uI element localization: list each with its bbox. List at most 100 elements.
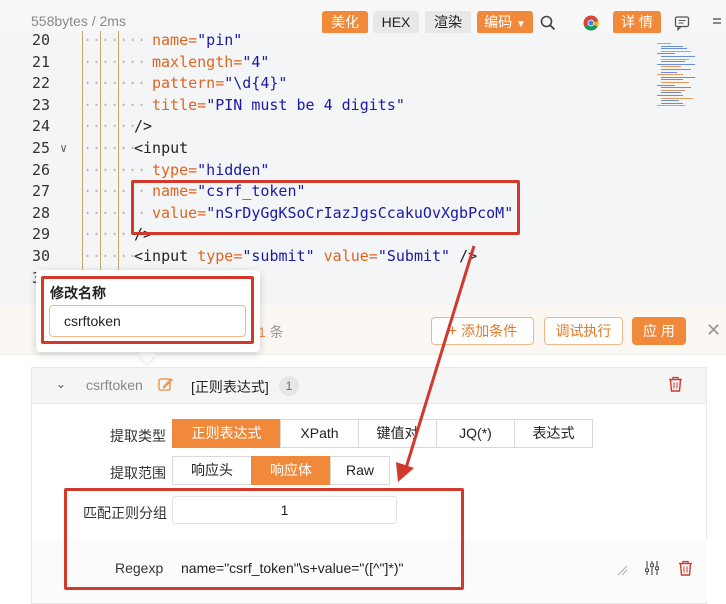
code-text: title="PIN must be 4 digits" [152,95,405,114]
response-size-label: 558bytes / 2ms [31,13,126,29]
line-number: 21 [31,52,50,71]
line-number: 25 [31,139,50,157]
whitespace-dots: ······· [83,95,147,114]
minimap-line [657,74,683,76]
minimap-line [661,58,689,60]
minimap-line [661,97,693,99]
code-text: name="csrf_token" [152,182,306,201]
minimap-line [661,69,691,70]
resize-handle-icon[interactable] [616,563,628,579]
trash-icon[interactable] [668,376,683,395]
minimap-line [657,95,683,96]
extract-type-option[interactable]: XPath [280,419,359,448]
code-editor[interactable]: 20 ······· name="pin" 21 ······· maxlength="4… [0,31,726,305]
edit-icon[interactable] [158,377,173,395]
minimap-line [661,61,685,63]
regexp-value[interactable]: name="csrf_token"\s+value="([^"]*)" [181,560,403,576]
line-number: 29 [31,225,50,244]
minimap-line [661,48,687,50]
whitespace-dots: ······ [83,225,138,244]
minimap-line [657,43,671,44]
add-condition-button[interactable]: + 添加条件 [431,317,534,345]
line-number: 23 [31,95,50,114]
rule-type-label: [正则表达式] [191,379,269,395]
code-line: 23 ······· title="PIN must be 4 digits" [0,95,640,118]
whitespace-dots: ······ [83,247,138,265]
whitespace-dots: ······ [83,139,138,157]
plus-icon: + [447,323,458,340]
extract-type-option[interactable]: 键值对 [358,419,437,448]
whitespace-dots: ······· [83,74,147,93]
comment-icon[interactable] [671,11,693,34]
debug-run-button[interactable]: 调试执行 [544,317,623,345]
minimap-line [661,102,683,104]
match-group-label: 匹配正则分组 [83,505,167,521]
code-line: 20 ······· name="pin" [0,31,640,53]
close-icon[interactable]: ✕ [706,320,721,341]
code-line: 27 ······· name="csrf_token" [0,182,640,204]
minimap-line [657,84,675,86]
code-line: 25 ∨ ······ <input [0,139,640,161]
code-text: maxlength="4" [152,52,270,71]
minimap-line [661,87,691,89]
whitespace-dots: ······ [83,117,138,136]
minimap-line [661,79,683,81]
line-number: 30 [31,247,50,265]
code-line: 21 ······· maxlength="4" [0,52,640,75]
code-text: /> [134,225,153,244]
fold-chevron-icon[interactable]: ∨ [60,141,67,155]
encoding-label: 编码 [484,14,513,30]
line-number: 22 [31,74,50,93]
add-condition-label: 添加条件 [461,323,518,339]
code-text: <input type="submit" value="Submit" /> [134,247,478,265]
extract-scope-option[interactable]: 响应体 [251,456,331,485]
match-group-input[interactable]: 1 [172,496,397,524]
minimap-line [661,100,679,102]
chevron-down-icon[interactable]: ⌄ [56,377,66,391]
minimap-line [657,63,695,65]
chevron-down-icon: ▼ [515,19,526,30]
extract-scope-option[interactable]: Raw [330,456,390,485]
extract-scope-label: 提取范围 [110,465,166,481]
whitespace-dots: ······· [83,203,147,222]
line-number: 26 [31,160,50,179]
code-minimap[interactable] [655,43,700,113]
code-line: 24 ······/> [0,117,640,139]
code-text: name="pin" [152,31,243,49]
minimap-line [661,45,683,47]
rule-name: csrftoken [86,377,143,393]
rule-card-header[interactable]: ⌄ csrftoken [正则表达式] 1 [32,368,706,404]
line-number: 20 [31,31,50,49]
extract-type-option[interactable]: JQ(*) [436,419,515,448]
whitespace-dots: ······· [83,52,147,71]
minimap-line [661,89,685,91]
apply-button[interactable]: 应 用 [632,317,686,345]
minimap-line [661,82,689,83]
code-text: value="nSrDyGgKSoCrIazJgsCcakuOvXgbPcoM" [152,203,514,222]
code-line: 28 ······· value="nSrDyGgKSoCrIazJgsCcakuO… [0,203,640,226]
minimap-line [661,50,691,52]
more-icon[interactable] [706,11,726,34]
minimap-line [661,56,695,57]
minimap-line [661,66,681,68]
whitespace-dots: ······· [83,31,147,49]
trash-icon[interactable] [678,560,693,579]
rename-input[interactable]: csrftoken [49,305,246,337]
minimap-line [661,71,677,73]
code-line: 29 ······/> [0,225,640,247]
code-line: 30 ······ <input type="submit" value="Subm… [0,247,640,269]
extract-scope-option[interactable]: 响应头 [172,456,252,485]
extract-type-option[interactable]: 正则表达式 [172,419,281,448]
extract-type-label: 提取类型 [110,428,166,444]
code-text: type="hidden" [152,160,270,179]
rule-count-badge: 1 [279,376,299,396]
settings-sliders-icon[interactable] [644,560,660,579]
code-line: 26 ······· type="hidden" [0,160,640,183]
code-line: 22 ······· pattern="\d{4}" [0,74,640,96]
line-number: 28 [31,203,50,222]
line-number: 24 [31,117,50,136]
minimap-line [657,53,675,55]
extract-type-option[interactable]: 表达式 [514,419,593,448]
minimap-line [661,92,681,94]
code-text: pattern="\d{4}" [152,74,288,93]
